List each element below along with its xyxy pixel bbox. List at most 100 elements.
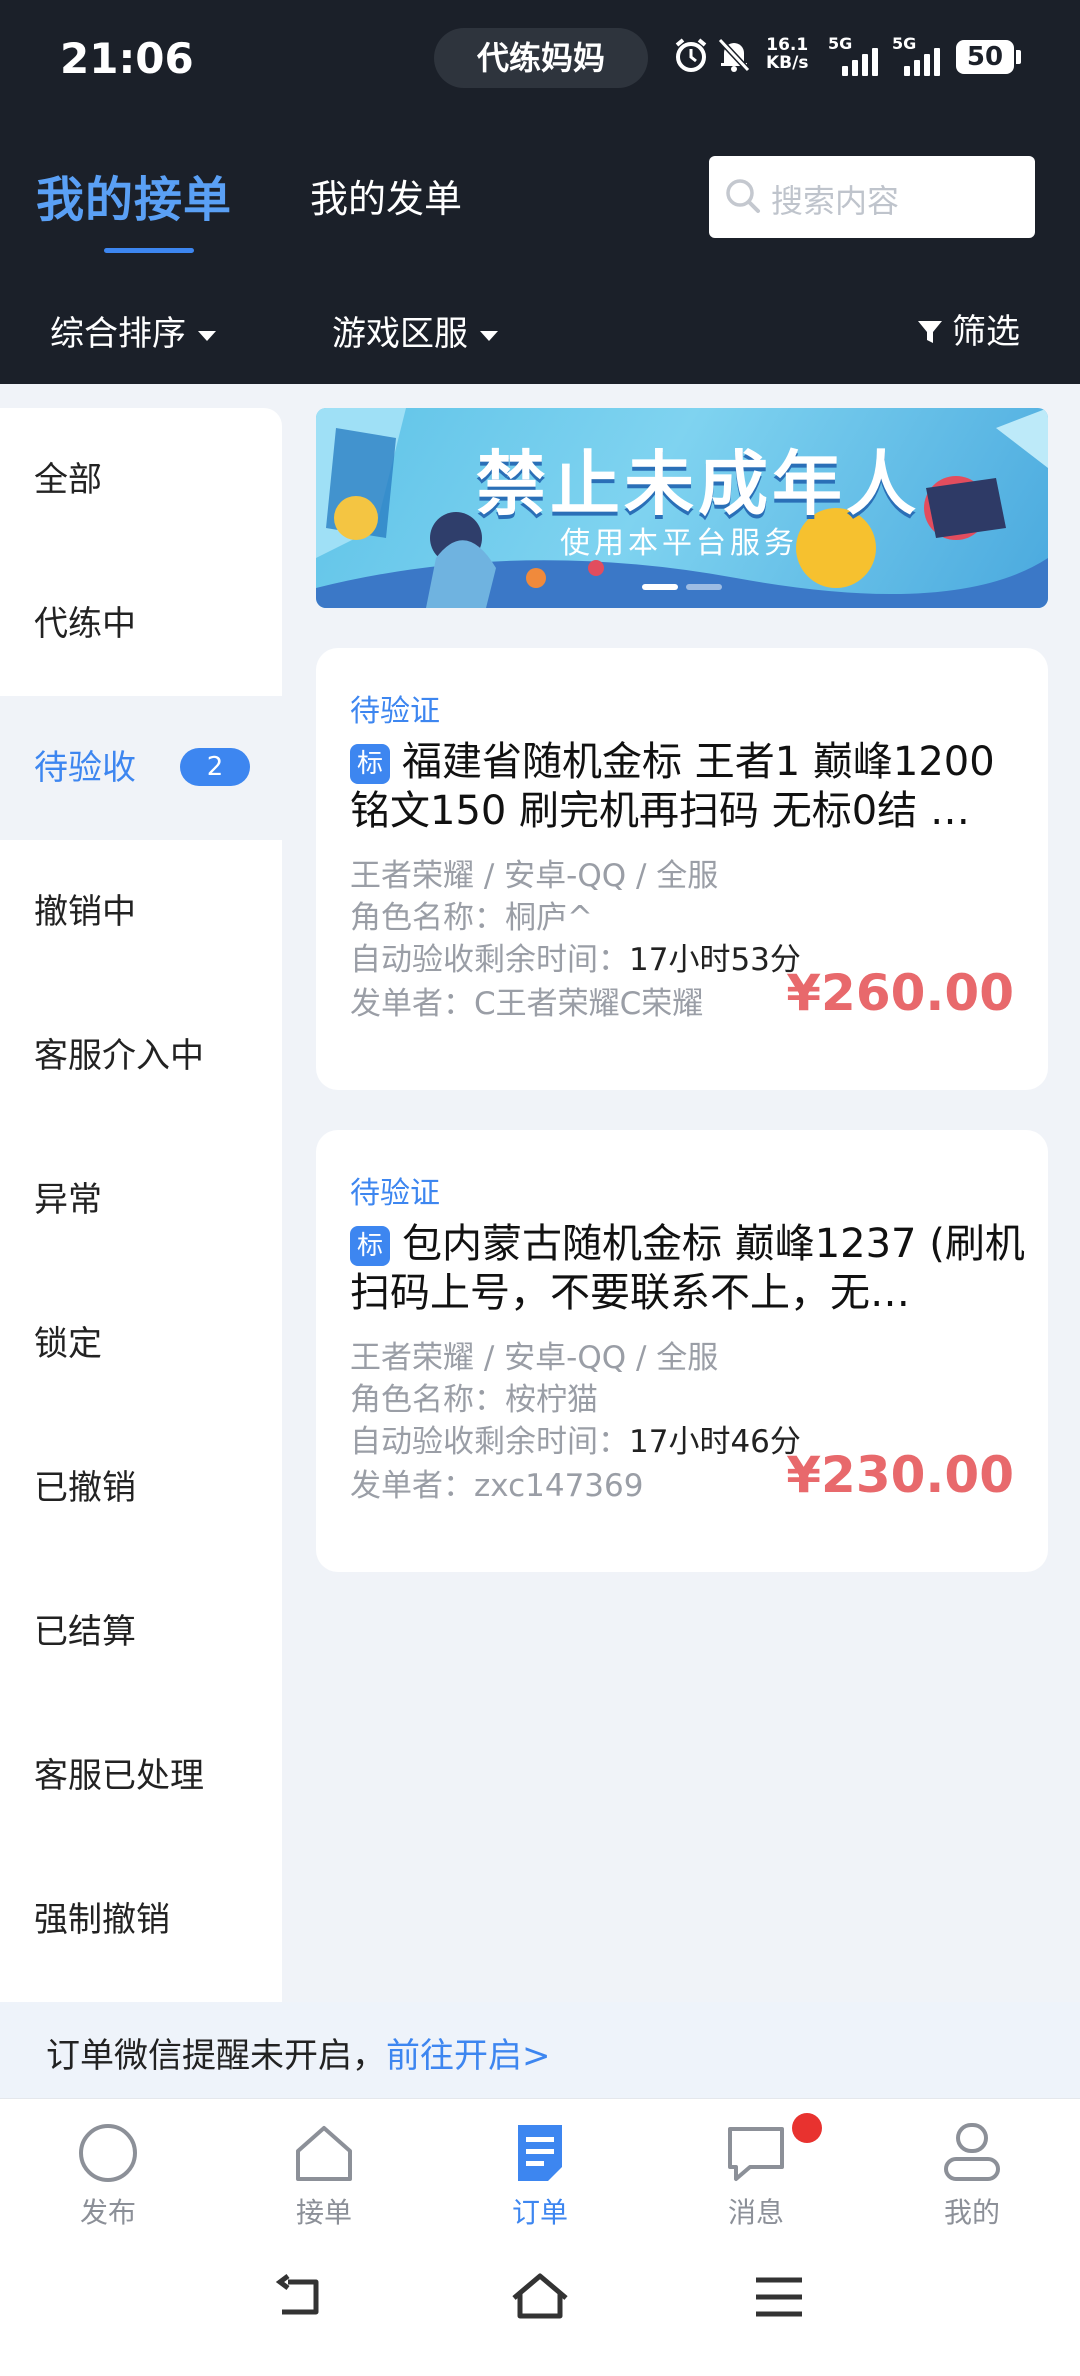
publisher-label: 发单者： bbox=[350, 1468, 474, 1504]
role-value: 桐庐^ bbox=[505, 900, 593, 936]
sort-label: 综合排序 bbox=[50, 314, 186, 354]
sidebar-item-label: 客服介入中 bbox=[34, 1036, 204, 1076]
status-time: 21:06 bbox=[60, 34, 194, 83]
banner-subtitle: 使用本平台服务 bbox=[560, 526, 798, 561]
order-price: ¥260.00 bbox=[786, 964, 1014, 1022]
message-icon bbox=[728, 2127, 784, 2181]
region-dropdown[interactable]: 游戏区服 bbox=[332, 306, 498, 355]
active-tab-indicator bbox=[104, 248, 194, 253]
sidebar-item-label: 撤销中 bbox=[34, 892, 136, 932]
sidebar-item-settled[interactable]: 已结算 bbox=[0, 1560, 282, 1704]
tab-my-accepted-orders[interactable]: 我的接单 bbox=[36, 160, 232, 230]
filter-row: 综合排序 游戏区服 筛选 bbox=[0, 290, 1080, 380]
status-bar: 21:06 代练妈妈 16.1 KB/s 5G 5G 50 bbox=[0, 0, 1080, 120]
sidebar-item-revoked[interactable]: 已撤销 bbox=[0, 1416, 282, 1560]
promo-banner[interactable]: 禁止未成年人 使用本平台服务 bbox=[316, 408, 1048, 608]
order-publisher: 发单者：C王者荣耀C荣耀 bbox=[350, 978, 703, 1023]
region-label: 游戏区服 bbox=[332, 314, 468, 354]
tag-icon: 标 bbox=[350, 744, 390, 784]
sort-dropdown[interactable]: 综合排序 bbox=[50, 306, 216, 355]
publisher-label: 发单者： bbox=[350, 986, 474, 1022]
order-price: ¥230.00 bbox=[786, 1446, 1014, 1504]
net-speed-value: 16.1 bbox=[766, 35, 809, 55]
wechat-reminder-notice: 订单微信提醒未开启，前往开启> bbox=[0, 2002, 1080, 2098]
nav-publish[interactable]: 发布 bbox=[0, 2099, 216, 2233]
order-timer: 自动验收剩余时间：17小时46分 bbox=[350, 1416, 801, 1461]
order-role: 角色名称：桉柠猫 bbox=[350, 1374, 598, 1419]
sidebar-item-locked[interactable]: 锁定 bbox=[0, 1272, 282, 1416]
filter-button[interactable]: 筛选 bbox=[916, 304, 1020, 353]
search-placeholder: 搜索内容 bbox=[771, 182, 900, 220]
bell-muted-icon bbox=[717, 37, 751, 73]
nav-accept-orders[interactable]: 接单 bbox=[216, 2099, 432, 2233]
timer-value: 17小时53分 bbox=[629, 942, 801, 978]
filter-label: 筛选 bbox=[952, 312, 1020, 352]
nav-messages[interactable]: 消息 bbox=[648, 2099, 864, 2233]
order-icon bbox=[518, 2125, 562, 2181]
timer-label: 自动验收剩余时间： bbox=[350, 942, 629, 978]
search-input[interactable]: 搜索内容 bbox=[709, 156, 1035, 238]
sidebar-item-label: 客服已处理 bbox=[34, 1756, 204, 1796]
order-title: 标包内蒙古随机金标 巅峰1237 (刷机扫码上号，不要联系不上，无… bbox=[350, 1220, 1030, 1318]
order-game-info: 王者荣耀 / 安卓-QQ / 全服 bbox=[350, 858, 719, 894]
nav-label: 接单 bbox=[295, 2196, 352, 2229]
order-status: 待验证 bbox=[350, 694, 440, 729]
funnel-icon bbox=[918, 321, 942, 343]
sidebar-item-abnormal[interactable]: 异常 bbox=[0, 1128, 282, 1272]
circle-icon bbox=[79, 2124, 137, 2182]
publisher-value: zxc147369 bbox=[474, 1468, 644, 1504]
order-status: 待验证 bbox=[350, 1176, 440, 1211]
net-speed: 16.1 KB/s bbox=[766, 36, 808, 72]
user-icon bbox=[944, 2123, 1000, 2181]
sidebar-item-revoking[interactable]: 撤销中 bbox=[0, 840, 282, 984]
count-badge: 2 bbox=[180, 748, 250, 786]
battery-icon: 50 bbox=[956, 40, 1021, 74]
notice-message: 订单微信提醒未开启， bbox=[46, 2036, 386, 2076]
sidebar-item-label: 已撤销 bbox=[34, 1468, 136, 1508]
timer-label: 自动验收剩余时间： bbox=[350, 1424, 629, 1460]
header: 我的接单 我的发单 搜索内容 综合排序 游戏区服 筛选 bbox=[0, 120, 1080, 384]
net-speed-unit: KB/s bbox=[766, 53, 809, 73]
home-icon[interactable] bbox=[510, 2272, 570, 2322]
sidebar-item-label: 代练中 bbox=[34, 604, 136, 644]
tab-my-published-orders[interactable]: 我的发单 bbox=[310, 168, 462, 223]
home-icon bbox=[296, 2126, 352, 2181]
nav-profile[interactable]: 我的 bbox=[864, 2099, 1080, 2233]
chevron-down-icon bbox=[480, 330, 498, 341]
sidebar-item-label: 异常 bbox=[34, 1180, 102, 1220]
sidebar-item-label: 强制撤销 bbox=[34, 1900, 170, 1940]
role-label: 角色名称： bbox=[350, 1382, 505, 1418]
order-card[interactable]: 待验证 标包内蒙古随机金标 巅峰1237 (刷机扫码上号，不要联系不上，无… 王… bbox=[316, 1130, 1048, 1572]
nav-label: 订单 bbox=[511, 2196, 568, 2229]
chevron-down-icon bbox=[198, 330, 216, 341]
enable-reminder-link[interactable]: 前往开启> bbox=[386, 2036, 551, 2076]
sidebar-item-in-progress[interactable]: 代练中 bbox=[0, 552, 282, 696]
system-navigation-bar bbox=[0, 2232, 1080, 2376]
nav-orders[interactable]: 订单 bbox=[432, 2099, 648, 2233]
sidebar-item-force-revoked[interactable]: 强制撤销 bbox=[0, 1848, 282, 1992]
publisher-value: C王者荣耀C荣耀 bbox=[474, 986, 704, 1022]
sidebar-item-support-handled[interactable]: 客服已处理 bbox=[0, 1704, 282, 1848]
order-title-text: 包内蒙古随机金标 巅峰1237 (刷机扫码上号，不要联系不上，无… bbox=[350, 1221, 1025, 1316]
sidebar-item-all[interactable]: 全部 bbox=[0, 408, 282, 552]
app-activity-pill[interactable]: 代练妈妈 bbox=[434, 28, 648, 88]
order-role: 角色名称：桐庐^ bbox=[350, 892, 593, 937]
order-game-info: 王者荣耀 / 安卓-QQ / 全服 bbox=[350, 1340, 719, 1376]
order-timer: 自动验收剩余时间：17小时53分 bbox=[350, 934, 801, 979]
alarm-icon bbox=[675, 38, 707, 72]
nav-label: 发布 bbox=[79, 2196, 136, 2229]
status-sidebar: 全部 代练中 待验收 2 撤销中 客服介入中 异常 锁定 已撤销 已结算 客服已… bbox=[0, 408, 282, 2002]
notice-text: 订单微信提醒未开启，前往开启> bbox=[46, 2028, 551, 2077]
order-title: 标福建省随机金标 王者1 巅峰1200 铭文150 刷完机再扫码 无标0结 … bbox=[350, 738, 1030, 836]
back-icon[interactable] bbox=[270, 2272, 330, 2322]
order-title-text: 福建省随机金标 王者1 巅峰1200 铭文150 刷完机再扫码 无标0结 … bbox=[350, 739, 995, 834]
order-publisher: 发单者：zxc147369 bbox=[350, 1460, 643, 1505]
order-card[interactable]: 待验证 标福建省随机金标 王者1 巅峰1200 铭文150 刷完机再扫码 无标0… bbox=[316, 648, 1048, 1090]
sidebar-item-support-intervening[interactable]: 客服介入中 bbox=[0, 984, 282, 1128]
signal-icon bbox=[904, 46, 940, 76]
sidebar-item-pending-acceptance[interactable]: 待验收 2 bbox=[0, 696, 282, 840]
menu-icon[interactable] bbox=[754, 2272, 804, 2322]
nav-label: 我的 bbox=[943, 2196, 1000, 2229]
signal-icon bbox=[842, 46, 878, 76]
carousel-indicator bbox=[642, 584, 722, 590]
